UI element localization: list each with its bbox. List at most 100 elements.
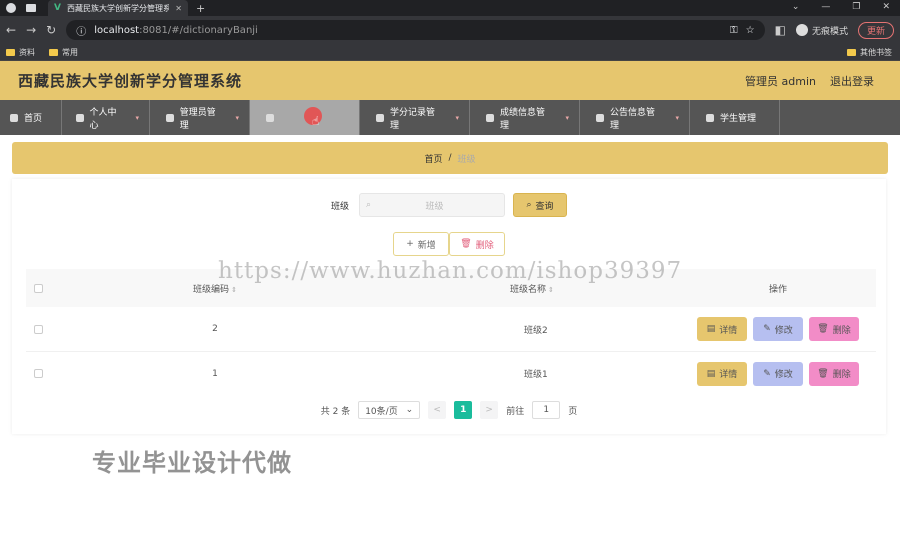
menu-item-students[interactable]: 学生管理	[690, 100, 780, 135]
bookmarks-bar: 资料 常用 其他书签	[0, 44, 900, 61]
update-button[interactable]: 更新	[857, 21, 894, 39]
prev-page-button[interactable]: <	[428, 401, 447, 419]
forward-icon[interactable]: →	[26, 23, 36, 37]
edit-button[interactable]: ✎ 修改	[753, 361, 803, 386]
data-table: 班级编码 ⇕ 班级名称 ⇕ 操作 2 班级2 ▤ 详情 ✎ 修改 🗑 删除 1 班级1 ▤…	[26, 269, 876, 395]
menu-item-home[interactable]: 首页	[0, 100, 62, 135]
column-header-ops: 操作	[768, 284, 787, 295]
grid-icon	[166, 113, 174, 122]
search-form: 班级 ⌕ 班级 ⌕ 查询	[12, 193, 886, 217]
menu-item-label: 公告信息管理	[609, 107, 655, 131]
folder-icon	[6, 48, 15, 56]
logout-button[interactable]: 退出登录	[830, 73, 874, 89]
maximize-icon[interactable]: ❐	[852, 2, 860, 12]
browser-tab[interactable]: V 西藏民族大学创新学分管理系统 ✕	[48, 0, 188, 16]
sort-icon[interactable]: ⇕	[548, 286, 554, 294]
home-icon	[10, 113, 18, 122]
breadcrumb-home[interactable]: 首页	[424, 152, 442, 165]
page-number-button[interactable]: 1	[454, 401, 473, 419]
menu-item-label: 学分记录管理	[389, 107, 435, 131]
other-bookmarks[interactable]: 其他书签	[847, 47, 892, 58]
select-all-checkbox[interactable]	[33, 283, 43, 293]
back-icon[interactable]: ←	[6, 23, 16, 37]
chevron-down-icon: ▾	[675, 113, 679, 122]
address-bar: ← → ↻ ⓘ localhost:8081/#/dictionaryBanji…	[0, 16, 900, 44]
chevron-down-icon[interactable]: ⌄	[792, 2, 800, 12]
query-button[interactable]: ⌕ 查询	[513, 193, 567, 217]
user-icon	[76, 113, 84, 122]
search-icon: ⌕	[526, 200, 532, 210]
menu-item-label: 首页	[24, 114, 43, 124]
incognito-indicator[interactable]: 无痕模式	[795, 24, 848, 37]
key-icon[interactable]: ⚿	[730, 25, 738, 36]
edit-button[interactable]: ✎ 修改	[753, 317, 803, 341]
clock-icon	[266, 113, 274, 122]
trash-icon: 🗑	[460, 239, 472, 249]
pencil-icon: ✎	[763, 368, 771, 379]
sort-icon[interactable]: ⇕	[231, 286, 237, 294]
new-tab-icon[interactable]: +	[196, 2, 205, 15]
url-input[interactable]: ⓘ localhost:8081/#/dictionaryBanji ⚿ ☆	[66, 20, 765, 40]
document-icon: ▤	[706, 324, 716, 334]
breadcrumb-current: 班级	[457, 154, 476, 165]
browser-menu-icon[interactable]	[6, 3, 16, 13]
copy-icon	[596, 113, 604, 122]
info-icon[interactable]: ⓘ	[76, 23, 86, 38]
page-size-select[interactable]: 10条/页 ⌄	[358, 401, 421, 419]
tab-overview-icon[interactable]	[26, 4, 36, 12]
next-page-button[interactable]: >	[480, 401, 499, 419]
close-tab-icon[interactable]: ✕	[175, 4, 182, 13]
breadcrumb-separator: /	[448, 153, 452, 163]
page-size-value: 10条/页	[365, 406, 398, 417]
pagination: 共 2 条 10条/页 ⌄ < 1 > 前往 1 页	[12, 401, 886, 419]
text-watermark: 专业毕业设计代做	[92, 449, 292, 477]
sidebar-icon[interactable]: ◧	[775, 23, 786, 37]
close-window-icon[interactable]: ✕	[882, 2, 890, 12]
document-icon: ▤	[706, 368, 716, 379]
detail-button[interactable]: ▤ 详情	[697, 317, 747, 341]
action-bar: + 新增 🗑 删除	[12, 232, 886, 256]
main-menu: 首页 个人中心 ▾ 管理员管理 ▾ ☝ 学分记录管理 ▾ 成绩信息管理 ▾ 公告…	[0, 100, 900, 135]
user-icon	[706, 113, 714, 122]
menu-item-label: 成绩信息管理	[499, 107, 545, 131]
goto-page-input[interactable]: 1	[532, 401, 561, 419]
menu-item-label: 个人中心	[89, 107, 117, 131]
menu-item-label: 管理员管理	[179, 107, 216, 131]
table-row: 2 班级2 ▤ 详情 ✎ 修改 🗑 删除	[26, 307, 876, 351]
bookmark-folder[interactable]: 资料	[6, 47, 35, 58]
add-button-label: 新增	[417, 240, 436, 251]
detail-button[interactable]: ▤ 详情	[697, 361, 747, 386]
pager-total: 共 2 条	[320, 406, 351, 417]
minimize-icon[interactable]: —	[821, 2, 830, 12]
delete-button[interactable]: 🗑 删除	[809, 317, 859, 341]
chevron-down-icon: ▾	[455, 113, 459, 122]
cell-name: 班级1	[524, 370, 548, 380]
search-input[interactable]: ⌕ 班级	[359, 193, 505, 217]
incognito-icon	[795, 24, 808, 36]
cell-name: 班级2	[524, 325, 548, 336]
table-row: 1 班级1 ▤ 详情 ✎ 修改 🗑 删除	[26, 351, 876, 395]
menu-item-notices[interactable]: 公告信息管理 ▾	[580, 100, 690, 135]
plus-icon: +	[406, 239, 414, 249]
batch-delete-button[interactable]: 🗑 删除	[449, 232, 505, 256]
bookmark-folder[interactable]: 常用	[49, 47, 78, 58]
menu-item-admin[interactable]: 管理员管理 ▾	[150, 100, 250, 135]
star-icon[interactable]: ☆	[746, 25, 755, 36]
row-checkbox[interactable]	[33, 369, 43, 378]
url-path: :8081/#/dictionaryBanji	[139, 24, 258, 36]
menu-item-credit-records[interactable]: 学分记录管理 ▾	[360, 100, 470, 135]
reload-icon[interactable]: ↻	[46, 23, 56, 37]
row-checkbox[interactable]	[33, 324, 43, 334]
menu-item-class-dict[interactable]: ☝	[250, 100, 360, 135]
menu-item-grades[interactable]: 成绩信息管理 ▾	[470, 100, 580, 135]
page-unit: 页	[568, 406, 578, 417]
pencil-icon: ✎	[763, 324, 771, 334]
delete-button[interactable]: 🗑 删除	[809, 361, 859, 386]
trash-icon: 🗑	[817, 368, 829, 379]
cell-code: 1	[212, 368, 218, 379]
breadcrumb: 首页 / 班级	[12, 142, 888, 174]
bookmark-label: 资料	[19, 47, 35, 57]
menu-item-personal[interactable]: 个人中心 ▾	[62, 100, 150, 135]
add-button[interactable]: + 新增	[393, 232, 449, 256]
window-controls: ⌄ — ❐ ✕	[792, 2, 890, 12]
